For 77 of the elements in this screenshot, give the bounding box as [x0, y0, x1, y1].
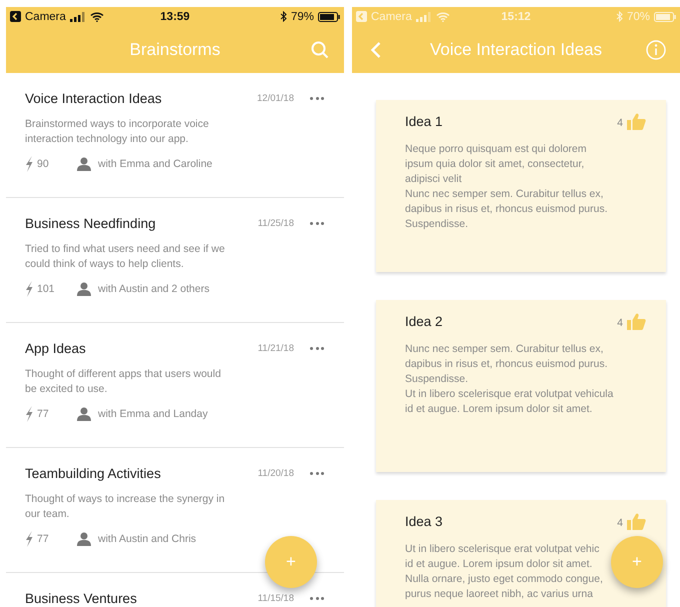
- screen-title: Voice Interaction Ideas: [430, 40, 602, 60]
- idea-text-line: Nulla ornare, justo eget commodo congue,: [405, 572, 603, 587]
- wifi-icon: [90, 12, 104, 22]
- idea-title: Idea 1: [405, 114, 444, 129]
- collaborators: with Austin and 2 others: [98, 283, 210, 295]
- brainstorm-card[interactable]: Business Needfinding 11/25/18 Tried to find what users need and see if we could think of ways to help clients. 101 with Austin and 2 others: [6, 198, 344, 323]
- lightning-icon: [25, 156, 33, 172]
- battery-icon: [654, 12, 676, 22]
- idea-text-line: Suspendisse.: [405, 372, 468, 387]
- brainstorm-date: 11/25/18: [258, 218, 294, 229]
- wifi-icon: [436, 12, 450, 22]
- idea-text-line: Ut in libero scelerisque erat volutpat vehicula: [405, 387, 614, 402]
- brainstorm-title: App Ideas: [25, 341, 87, 356]
- signal-icon: [70, 12, 86, 22]
- person-icon: [77, 157, 91, 171]
- signal-icon: [416, 12, 432, 22]
- brainstorm-title: Voice Interaction Ideas: [25, 91, 163, 106]
- idea-text-line: Nunc nec semper sem. Curabitur tellus ex,: [405, 187, 604, 202]
- thumbs-up-icon[interactable]: [627, 313, 646, 330]
- person-icon: [77, 282, 91, 296]
- brainstorm-description: Tried to find what users need and see if we could think of ways to help clients.: [25, 242, 226, 272]
- idea-text-line: Nunc nec semper sem. Curabitur tellus ex,: [405, 342, 604, 357]
- idea-title: Idea 3: [405, 514, 444, 529]
- person-icon: [77, 532, 91, 546]
- brainstorm-description: Brainstormed ways to incorporate voice interaction technology into our app.: [25, 117, 210, 147]
- like-count: 4: [617, 317, 623, 329]
- idea-text-line: dapibus in risus et, rhoncus euismod purus.: [405, 202, 608, 217]
- idea-card[interactable]: Idea 1 4 Neque porro quisquam est qui dolorem ipsum quia dolor sit amet, consectetur, adipisci velit Nunc nec semper sem. Curabitur tellus ex, dapibus in risus et, rhoncus euismod purus. Suspendisse.: [376, 100, 666, 272]
- info-icon[interactable]: [646, 40, 666, 60]
- brainstorm-description: Thought of ways to increase the synergy in our team.: [25, 492, 226, 522]
- idea-count: 77: [37, 408, 50, 420]
- idea-text-line: purus neque laoreet nibh, ac varius urna: [405, 587, 593, 602]
- back-app-label[interactable]: Camera: [25, 10, 66, 22]
- battery-percent: 79%: [290, 10, 314, 22]
- idea-text-line: dapibus in risus et, rhoncus euismod purus.: [405, 357, 608, 372]
- brainstorm-description: Thought of different apps that users would be excited to use.: [25, 367, 222, 397]
- brainstorm-card[interactable]: Voice Interaction Ideas 12/01/18 Brainstormed ways to incorporate voice interaction technology into our app. 90 with Emma and Caroline: [6, 73, 344, 198]
- idea-count: 77: [37, 533, 50, 545]
- idea-text-line: id et augue. Lorem ipsum dolor sit amet.: [405, 402, 592, 417]
- idea-text-line: Neque porro quisquam est qui dolorem: [405, 142, 587, 157]
- idea-card[interactable]: Idea 2 4 Nunc nec semper sem. Curabitur tellus ex, dapibus in risus et, rhoncus euismod purus. Suspendisse. Ut in libero scelerisque erat volutpat vehicula id et augue. Lorem ipsum dolor sit amet.: [376, 300, 666, 472]
- idea-text-line: Ut in libero scelerisque erat volutpat vehic: [405, 542, 600, 557]
- lightning-icon: [25, 406, 33, 422]
- brainstorm-card[interactable]: App Ideas 11/21/18 Thought of different apps that users would be excited to use. 77 with Emma and Landay: [6, 323, 344, 448]
- brainstorm-date: 11/20/18: [258, 468, 294, 479]
- idea-text-line: id et augue. Lorem ipsum dolor sit amet.: [405, 557, 592, 572]
- collaborators: with Emma and Landay: [98, 408, 208, 420]
- thumbs-up-icon[interactable]: [627, 113, 646, 130]
- search-icon[interactable]: [310, 40, 330, 58]
- lightning-icon: [25, 281, 33, 297]
- back-app-icon[interactable]: [10, 11, 21, 22]
- idea-text-line: ipsum quia dolor sit amet, consectetur,: [405, 157, 584, 172]
- collaborators: with Austin and Chris: [98, 533, 196, 545]
- status-time: 15:12: [501, 10, 531, 22]
- brainstorm-title: Teambuilding Activities: [25, 466, 162, 481]
- idea-count: 101: [37, 283, 56, 295]
- idea-text-line: Suspendisse.: [405, 217, 468, 232]
- person-icon: [77, 407, 91, 421]
- thumbs-up-icon[interactable]: [627, 513, 646, 530]
- idea-count: 90: [37, 158, 50, 170]
- bluetooth-icon: [280, 11, 287, 22]
- brainstorm-title: Business Needfinding: [25, 216, 157, 231]
- bluetooth-icon: [616, 11, 623, 22]
- collaborators: with Emma and Caroline: [98, 158, 212, 170]
- like-count: 4: [617, 117, 623, 129]
- battery-percent: 70%: [626, 10, 650, 22]
- lightning-icon: [25, 531, 33, 547]
- brainstorm-date: 11/21/18: [258, 343, 294, 354]
- idea-text-line: adipisci velit: [405, 172, 462, 187]
- like-count: 4: [617, 517, 623, 529]
- brainstorm-title: Business Ventures: [25, 591, 138, 606]
- status-time: 13:59: [160, 10, 190, 22]
- brainstorm-date: 12/01/18: [257, 93, 294, 104]
- screen-title: Brainstorms: [130, 40, 220, 60]
- battery-icon: [318, 12, 340, 22]
- idea-title: Idea 2: [405, 314, 444, 329]
- brainstorm-date: 11/15/18: [258, 593, 294, 604]
